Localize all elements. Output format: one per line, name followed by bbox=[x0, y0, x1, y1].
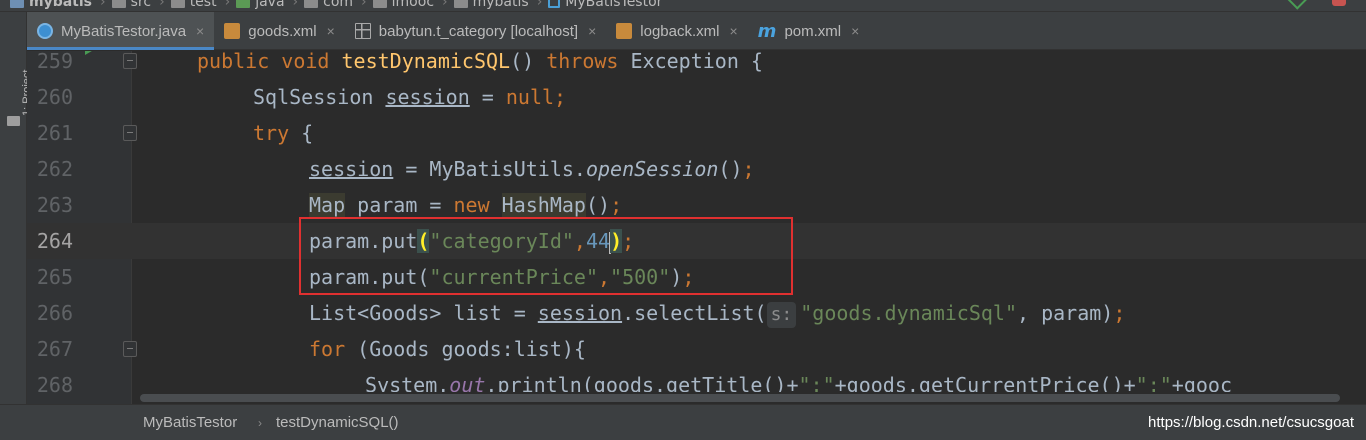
breadcrumb: mybatis › src › test › java › com › imooc › my… bbox=[10, 0, 668, 11]
line-number: 265 bbox=[36, 265, 73, 289]
breadcrumb-item-com[interactable]: com › bbox=[304, 0, 367, 10]
breadcrumb-method[interactable]: testDynamicSQL() bbox=[276, 405, 399, 440]
code-line-263[interactable]: 263 Map param = new HashMap(); bbox=[27, 187, 1366, 223]
line-number: 263 bbox=[36, 193, 73, 217]
build-hammer-icon[interactable] bbox=[1287, 0, 1309, 10]
tab-mybatistestor-java[interactable]: MyBatisTestor.java × bbox=[27, 12, 215, 50]
project-tool-window-button[interactable]: 1: Project bbox=[3, 32, 33, 132]
code-line-264[interactable]: 264 param.put("categoryId",44); bbox=[27, 223, 1366, 259]
xml-file-icon bbox=[224, 23, 241, 39]
code-line-261[interactable]: 261 try { bbox=[27, 115, 1366, 151]
breadcrumb-item-class[interactable]: MyBatisTestor bbox=[548, 0, 662, 10]
folder-icon bbox=[170, 0, 185, 8]
breadcrumb-item-mybatis[interactable]: mybatis › bbox=[453, 0, 542, 10]
close-icon[interactable]: × bbox=[588, 23, 596, 39]
tab-logback-xml[interactable]: logback.xml × bbox=[606, 12, 747, 50]
line-number: 260 bbox=[36, 85, 73, 109]
parameter-hint: s: bbox=[766, 302, 797, 328]
tab-goods-xml[interactable]: goods.xml × bbox=[214, 12, 345, 50]
editor-tabs: MyBatisTestor.java × goods.xml × babytun… bbox=[27, 12, 1366, 50]
breadcrumb-class[interactable]: MyBatisTestor bbox=[143, 405, 237, 440]
tab-pom-xml[interactable]: m pom.xml × bbox=[748, 12, 870, 50]
horizontal-scrollbar[interactable] bbox=[140, 392, 1366, 404]
code-line-267[interactable]: 267 for (Goods goods:list){ bbox=[27, 331, 1366, 367]
breadcrumb-item-src[interactable]: src › bbox=[111, 0, 165, 10]
line-number: 259 bbox=[36, 51, 73, 73]
maven-icon: m bbox=[757, 20, 777, 42]
watermark-text: https://blog.csdn.net/csucsgoat bbox=[1148, 414, 1354, 431]
folder-icon bbox=[372, 0, 387, 8]
class-icon bbox=[548, 0, 561, 8]
code-line-262[interactable]: 262 session = MyBatisUtils.openSession()… bbox=[27, 151, 1366, 187]
folder-icon bbox=[453, 0, 468, 8]
scrollbar-thumb[interactable] bbox=[140, 394, 1340, 402]
module-icon bbox=[10, 0, 24, 8]
close-icon[interactable]: × bbox=[729, 23, 737, 39]
navigation-bar: mybatis › src › test › java › com › imooc › my… bbox=[0, 0, 1366, 12]
source-folder-icon bbox=[236, 0, 251, 8]
line-number: 267 bbox=[36, 337, 73, 361]
editor-breadcrumb-bar: MyBatisTestor › testDynamicSQL() https:/… bbox=[0, 404, 1366, 440]
fold-icon[interactable] bbox=[123, 53, 137, 69]
breadcrumb-item-imooc[interactable]: imooc › bbox=[372, 0, 448, 10]
left-tool-window-strip: 1: Project bbox=[0, 12, 33, 440]
code-line-259[interactable]: 259 public void testDynamicSQL() throws … bbox=[27, 51, 1366, 79]
code-line-265[interactable]: 265 param.put("currentPrice","500"); bbox=[27, 259, 1366, 295]
folder-icon bbox=[304, 0, 319, 8]
code-line-266[interactable]: 266 List<Goods> list = session.selectLis… bbox=[27, 295, 1366, 331]
line-number: 268 bbox=[36, 373, 73, 397]
table-icon bbox=[354, 23, 371, 39]
code-line-260[interactable]: 260 SqlSession session = null; bbox=[27, 79, 1366, 115]
close-icon[interactable]: × bbox=[196, 23, 204, 39]
breadcrumb-item-test[interactable]: test › bbox=[170, 0, 230, 10]
fold-icon[interactable] bbox=[123, 125, 137, 141]
breadcrumb-item-module[interactable]: mybatis › bbox=[10, 0, 106, 10]
java-class-icon bbox=[37, 23, 53, 39]
folder-icon bbox=[7, 116, 20, 126]
xml-file-icon bbox=[616, 23, 633, 39]
close-icon[interactable]: × bbox=[851, 23, 859, 39]
run-config-icon[interactable] bbox=[1332, 0, 1346, 6]
line-number: 262 bbox=[36, 157, 73, 181]
tab-babytun-t-category[interactable]: babytun.t_category [localhost] × bbox=[345, 12, 606, 50]
fold-icon[interactable] bbox=[123, 341, 137, 357]
code-editor[interactable]: 259 public void testDynamicSQL() throws … bbox=[27, 51, 1366, 404]
folder-icon bbox=[111, 0, 126, 8]
close-icon[interactable]: × bbox=[327, 23, 335, 39]
breadcrumb-separator: › bbox=[258, 416, 262, 430]
line-number: 266 bbox=[36, 301, 73, 325]
line-number: 261 bbox=[36, 121, 73, 145]
breadcrumb-item-java[interactable]: java › bbox=[236, 0, 298, 10]
run-test-icon[interactable] bbox=[85, 51, 101, 57]
line-number: 264 bbox=[36, 229, 73, 253]
